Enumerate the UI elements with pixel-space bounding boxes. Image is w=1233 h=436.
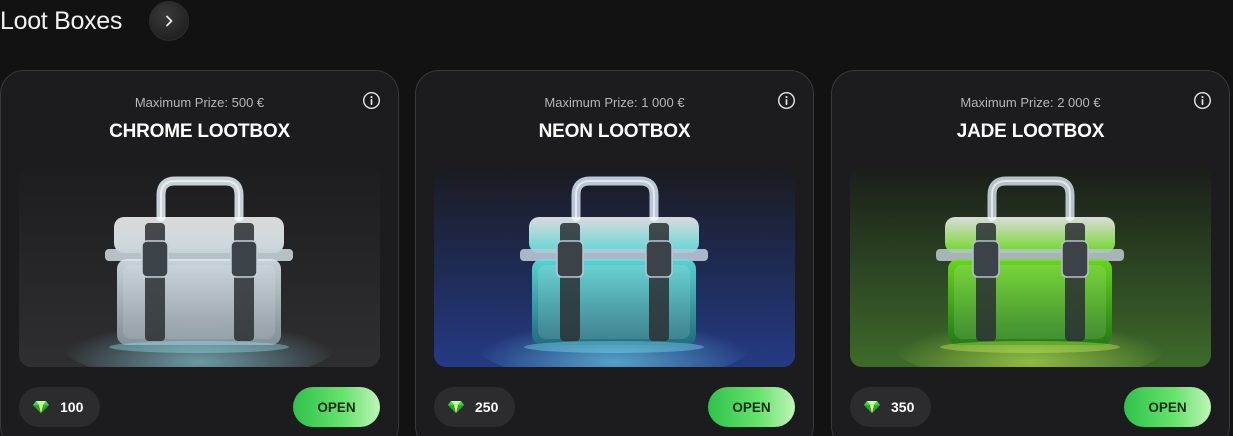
lootbox-name: CHROME LOOTBOX [109,121,290,142]
info-icon[interactable] [1193,91,1212,110]
lootbox-card-chrome: Maximum Prize: 500 € CHROME LOOTBOX 100 … [0,70,399,436]
lootbox-image [19,167,380,367]
gem-icon [864,401,880,413]
max-prize-label: Maximum Prize: 1 000 € [544,95,685,110]
price-badge: 100 [19,387,100,427]
max-prize-label: Maximum Prize: 2 000 € [960,95,1101,110]
gem-icon [448,401,464,413]
price-value: 100 [60,399,84,415]
lootbox-card-jade: Maximum Prize: 2 000 € JADE LOOTBOX 350 … [831,70,1230,436]
open-button[interactable]: OPEN [293,387,380,427]
open-button[interactable]: OPEN [1124,387,1211,427]
lootbox-card-neon: Maximum Prize: 1 000 € NEON LOOTBOX 250 … [415,70,814,436]
price-badge: 350 [850,387,931,427]
chevron-right-icon [166,15,173,27]
price-value: 350 [891,399,915,415]
price-badge: 250 [434,387,515,427]
section-header: Loot Boxes [0,0,122,42]
lootbox-image [434,167,795,367]
lootbox-image [850,167,1211,367]
gem-icon [33,401,49,413]
info-icon[interactable] [362,91,381,110]
lootbox-name: JADE LOOTBOX [956,121,1105,142]
section-title: Loot Boxes [0,6,123,35]
max-prize-label: Maximum Prize: 500 € [134,95,265,110]
lootbox-name: NEON LOOTBOX [538,121,691,142]
see-all-button[interactable] [149,1,189,41]
info-icon[interactable] [777,91,796,110]
open-button[interactable]: OPEN [708,387,795,427]
price-value: 250 [475,399,499,415]
